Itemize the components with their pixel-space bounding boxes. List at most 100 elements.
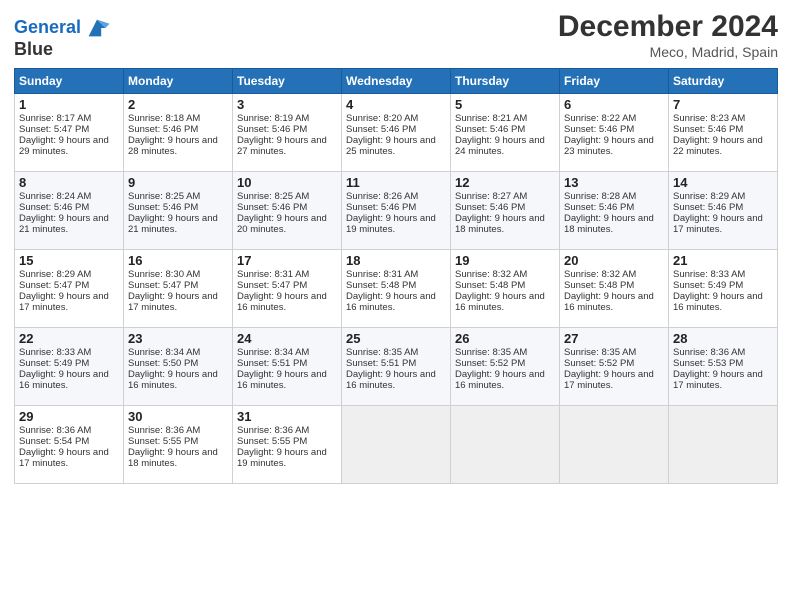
- daylight-text: Daylight: 9 hours and 21 minutes.: [19, 213, 109, 235]
- calendar-body: 1Sunrise: 8:17 AMSunset: 5:47 PMDaylight…: [15, 94, 778, 484]
- day-cell-empty: [451, 406, 560, 484]
- sunrise-text: Sunrise: 8:34 AM: [128, 347, 200, 358]
- sunrise-text: Sunrise: 8:17 AM: [19, 113, 91, 124]
- sunrise-text: Sunrise: 8:31 AM: [237, 269, 309, 280]
- day-cell-7: 7Sunrise: 8:23 AMSunset: 5:46 PMDaylight…: [669, 94, 778, 172]
- sunset-text: Sunset: 5:55 PM: [237, 436, 307, 447]
- daylight-text: Daylight: 9 hours and 16 minutes.: [237, 369, 327, 391]
- day-number: 6: [564, 97, 664, 112]
- sunrise-text: Sunrise: 8:25 AM: [128, 191, 200, 202]
- day-number: 10: [237, 175, 337, 190]
- daylight-text: Daylight: 9 hours and 16 minutes.: [346, 369, 436, 391]
- daylight-text: Daylight: 9 hours and 18 minutes.: [455, 213, 545, 235]
- sunrise-text: Sunrise: 8:35 AM: [455, 347, 527, 358]
- daylight-text: Daylight: 9 hours and 20 minutes.: [237, 213, 327, 235]
- day-cell-5: 5Sunrise: 8:21 AMSunset: 5:46 PMDaylight…: [451, 94, 560, 172]
- col-tuesday: Tuesday: [233, 69, 342, 94]
- daylight-text: Daylight: 9 hours and 29 minutes.: [19, 135, 109, 157]
- sunrise-text: Sunrise: 8:32 AM: [455, 269, 527, 280]
- day-cell-empty: [342, 406, 451, 484]
- logo-blue: Blue: [14, 39, 53, 59]
- day-cell-4: 4Sunrise: 8:20 AMSunset: 5:46 PMDaylight…: [342, 94, 451, 172]
- day-number: 26: [455, 331, 555, 346]
- day-cell-21: 21Sunrise: 8:33 AMSunset: 5:49 PMDayligh…: [669, 250, 778, 328]
- sunset-text: Sunset: 5:46 PM: [237, 124, 307, 135]
- sunrise-text: Sunrise: 8:35 AM: [564, 347, 636, 358]
- sunset-text: Sunset: 5:46 PM: [455, 202, 525, 213]
- day-cell-23: 23Sunrise: 8:34 AMSunset: 5:50 PMDayligh…: [124, 328, 233, 406]
- day-cell-31: 31Sunrise: 8:36 AMSunset: 5:55 PMDayligh…: [233, 406, 342, 484]
- sunrise-text: Sunrise: 8:28 AM: [564, 191, 636, 202]
- day-cell-empty: [669, 406, 778, 484]
- sunrise-text: Sunrise: 8:30 AM: [128, 269, 200, 280]
- sunrise-text: Sunrise: 8:25 AM: [237, 191, 309, 202]
- sunset-text: Sunset: 5:51 PM: [237, 358, 307, 369]
- sunrise-text: Sunrise: 8:32 AM: [564, 269, 636, 280]
- week-row-1: 1Sunrise: 8:17 AMSunset: 5:47 PMDaylight…: [15, 94, 778, 172]
- sunrise-text: Sunrise: 8:24 AM: [19, 191, 91, 202]
- sunset-text: Sunset: 5:47 PM: [19, 280, 89, 291]
- daylight-text: Daylight: 9 hours and 17 minutes.: [19, 447, 109, 469]
- sunset-text: Sunset: 5:47 PM: [128, 280, 198, 291]
- daylight-text: Daylight: 9 hours and 24 minutes.: [455, 135, 545, 157]
- day-number: 5: [455, 97, 555, 112]
- sunset-text: Sunset: 5:47 PM: [19, 124, 89, 135]
- day-cell-13: 13Sunrise: 8:28 AMSunset: 5:46 PMDayligh…: [560, 172, 669, 250]
- day-cell-29: 29Sunrise: 8:36 AMSunset: 5:54 PMDayligh…: [15, 406, 124, 484]
- day-cell-27: 27Sunrise: 8:35 AMSunset: 5:52 PMDayligh…: [560, 328, 669, 406]
- day-cell-9: 9Sunrise: 8:25 AMSunset: 5:46 PMDaylight…: [124, 172, 233, 250]
- col-sunday: Sunday: [15, 69, 124, 94]
- daylight-text: Daylight: 9 hours and 16 minutes.: [455, 369, 545, 391]
- sunset-text: Sunset: 5:46 PM: [673, 124, 743, 135]
- day-number: 15: [19, 253, 119, 268]
- day-cell-15: 15Sunrise: 8:29 AMSunset: 5:47 PMDayligh…: [15, 250, 124, 328]
- sunset-text: Sunset: 5:53 PM: [673, 358, 743, 369]
- day-cell-8: 8Sunrise: 8:24 AMSunset: 5:46 PMDaylight…: [15, 172, 124, 250]
- sunset-text: Sunset: 5:48 PM: [455, 280, 525, 291]
- day-number: 8: [19, 175, 119, 190]
- logo: General Blue: [14, 14, 111, 60]
- day-cell-1: 1Sunrise: 8:17 AMSunset: 5:47 PMDaylight…: [15, 94, 124, 172]
- sunrise-text: Sunrise: 8:36 AM: [237, 425, 309, 436]
- location: Meco, Madrid, Spain: [558, 44, 778, 60]
- daylight-text: Daylight: 9 hours and 25 minutes.: [346, 135, 436, 157]
- daylight-text: Daylight: 9 hours and 16 minutes.: [128, 369, 218, 391]
- sunset-text: Sunset: 5:49 PM: [673, 280, 743, 291]
- day-number: 2: [128, 97, 228, 112]
- day-number: 17: [237, 253, 337, 268]
- daylight-text: Daylight: 9 hours and 16 minutes.: [673, 291, 763, 313]
- sunrise-text: Sunrise: 8:33 AM: [19, 347, 91, 358]
- day-cell-22: 22Sunrise: 8:33 AMSunset: 5:49 PMDayligh…: [15, 328, 124, 406]
- day-number: 25: [346, 331, 446, 346]
- sunset-text: Sunset: 5:52 PM: [564, 358, 634, 369]
- day-cell-26: 26Sunrise: 8:35 AMSunset: 5:52 PMDayligh…: [451, 328, 560, 406]
- sunset-text: Sunset: 5:48 PM: [564, 280, 634, 291]
- sunset-text: Sunset: 5:46 PM: [564, 124, 634, 135]
- sunset-text: Sunset: 5:52 PM: [455, 358, 525, 369]
- day-number: 18: [346, 253, 446, 268]
- sunset-text: Sunset: 5:46 PM: [237, 202, 307, 213]
- col-thursday: Thursday: [451, 69, 560, 94]
- day-number: 28: [673, 331, 773, 346]
- week-row-5: 29Sunrise: 8:36 AMSunset: 5:54 PMDayligh…: [15, 406, 778, 484]
- daylight-text: Daylight: 9 hours and 17 minutes.: [564, 369, 654, 391]
- day-number: 7: [673, 97, 773, 112]
- day-number: 19: [455, 253, 555, 268]
- logo-icon: [83, 14, 111, 42]
- daylight-text: Daylight: 9 hours and 16 minutes.: [237, 291, 327, 313]
- daylight-text: Daylight: 9 hours and 27 minutes.: [237, 135, 327, 157]
- sunrise-text: Sunrise: 8:36 AM: [673, 347, 745, 358]
- day-cell-30: 30Sunrise: 8:36 AMSunset: 5:55 PMDayligh…: [124, 406, 233, 484]
- day-cell-2: 2Sunrise: 8:18 AMSunset: 5:46 PMDaylight…: [124, 94, 233, 172]
- sunset-text: Sunset: 5:46 PM: [455, 124, 525, 135]
- col-wednesday: Wednesday: [342, 69, 451, 94]
- day-cell-25: 25Sunrise: 8:35 AMSunset: 5:51 PMDayligh…: [342, 328, 451, 406]
- sunrise-text: Sunrise: 8:36 AM: [128, 425, 200, 436]
- day-number: 9: [128, 175, 228, 190]
- sunrise-text: Sunrise: 8:23 AM: [673, 113, 745, 124]
- sunset-text: Sunset: 5:49 PM: [19, 358, 89, 369]
- sunset-text: Sunset: 5:51 PM: [346, 358, 416, 369]
- day-number: 1: [19, 97, 119, 112]
- day-number: 20: [564, 253, 664, 268]
- daylight-text: Daylight: 9 hours and 17 minutes.: [673, 213, 763, 235]
